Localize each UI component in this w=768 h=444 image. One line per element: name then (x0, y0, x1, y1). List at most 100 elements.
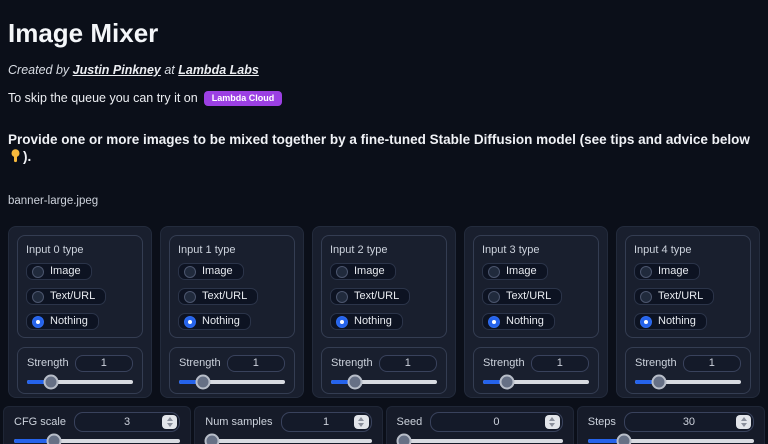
radio-icon (488, 291, 500, 303)
credit-connector: at (161, 63, 178, 77)
radio-option-image[interactable]: Image (26, 263, 92, 280)
slider-handle[interactable] (617, 433, 632, 444)
param-value: 0 (493, 413, 499, 431)
radio-option-nothing[interactable]: Nothing (634, 313, 707, 330)
input-panel-1: Input 1 type Image Text/URL Nothing Stre… (160, 226, 304, 398)
strength-slider[interactable] (331, 374, 437, 389)
number-stepper[interactable] (545, 415, 560, 429)
strength-input[interactable]: 1 (531, 355, 589, 372)
number-stepper[interactable] (736, 415, 751, 429)
radio-option-image[interactable]: Image (178, 263, 244, 280)
input-panel-2: Input 2 type Image Text/URL Nothing Stre… (312, 226, 456, 398)
radio-icon (32, 266, 44, 278)
slider-handle[interactable] (348, 374, 363, 389)
strength-input[interactable]: 1 (683, 355, 741, 372)
radio-label: Image (50, 264, 81, 279)
chevron-down-icon (741, 423, 747, 427)
cfg-scale-slider[interactable] (14, 433, 180, 444)
radio-option-text-url[interactable]: Text/URL (26, 288, 106, 305)
parameters-row: CFG scale 3 Num samples 1 (3, 406, 765, 444)
number-stepper[interactable] (162, 415, 177, 429)
radio-label: Image (202, 264, 233, 279)
param-seed: Seed 0 (386, 406, 574, 444)
param-label: Steps (588, 416, 616, 429)
radio-option-nothing[interactable]: Nothing (178, 313, 251, 330)
slider-handle[interactable] (46, 433, 61, 444)
strength-group: Strength 1 (169, 347, 295, 394)
radio-option-nothing[interactable]: Nothing (482, 313, 555, 330)
slider-track (27, 380, 133, 384)
param-label: Num samples (205, 416, 272, 429)
input-type-group: Input 3 type Image Text/URL Nothing (473, 235, 599, 338)
author-link[interactable]: Justin Pinkney (73, 63, 161, 77)
param-label: CFG scale (14, 416, 66, 429)
radio-selected-icon (488, 316, 500, 328)
queue-text: To skip the queue you can try it on (8, 91, 198, 105)
strength-slider[interactable] (27, 374, 133, 389)
radio-options: Image Text/URL Nothing (178, 263, 286, 330)
chevron-up-icon (167, 417, 173, 421)
steps-input[interactable]: 30 (624, 412, 754, 432)
slider-handle[interactable] (500, 374, 515, 389)
radio-icon (184, 291, 196, 303)
radio-option-text-url[interactable]: Text/URL (634, 288, 714, 305)
slider-handle[interactable] (196, 374, 211, 389)
seed-input[interactable]: 0 (430, 412, 563, 432)
radio-option-image[interactable]: Image (634, 263, 700, 280)
radio-option-text-url[interactable]: Text/URL (482, 288, 562, 305)
radio-options: Image Text/URL Nothing (330, 263, 438, 330)
num-samples-slider[interactable] (205, 433, 371, 444)
radio-option-text-url[interactable]: Text/URL (178, 288, 258, 305)
steps-slider[interactable] (588, 433, 754, 444)
param-label: Seed (397, 416, 423, 429)
number-stepper[interactable] (354, 415, 369, 429)
lambda-cloud-badge[interactable]: Lambda Cloud (204, 91, 283, 106)
org-link[interactable]: Lambda Labs (178, 63, 259, 77)
radio-option-image[interactable]: Image (330, 263, 396, 280)
radio-icon (488, 266, 500, 278)
input-type-group: Input 4 type Image Text/URL Nothing (625, 235, 751, 338)
strength-slider[interactable] (179, 374, 285, 389)
chevron-down-icon (167, 423, 173, 427)
strength-slider[interactable] (483, 374, 589, 389)
chevron-up-icon (741, 417, 747, 421)
radio-label: Nothing (50, 314, 88, 329)
slider-track (397, 439, 563, 443)
num-samples-input[interactable]: 1 (281, 412, 372, 432)
slider-handle[interactable] (652, 374, 667, 389)
strength-group: Strength 1 (473, 347, 599, 394)
radio-option-text-url[interactable]: Text/URL (330, 288, 410, 305)
slider-track (14, 439, 180, 443)
slider-handle[interactable] (396, 433, 411, 444)
radio-label: Text/URL (354, 289, 399, 304)
strength-label: Strength (635, 357, 677, 370)
radio-option-nothing[interactable]: Nothing (330, 313, 403, 330)
input-type-label: Input 1 type (178, 244, 286, 257)
radio-label: Text/URL (506, 289, 551, 304)
chevron-up-icon (358, 417, 364, 421)
param-steps: Steps 30 (577, 406, 765, 444)
radio-label: Nothing (354, 314, 392, 329)
radio-options: Image Text/URL Nothing (482, 263, 590, 330)
description: Provide one or more images to be mixed t… (8, 131, 760, 165)
radio-label: Image (658, 264, 689, 279)
strength-slider[interactable] (635, 374, 741, 389)
strength-input[interactable]: 1 (227, 355, 285, 372)
seed-slider[interactable] (397, 433, 563, 444)
credit-line: Created by Justin Pinkney at Lambda Labs (8, 63, 760, 78)
strength-label: Strength (179, 357, 221, 370)
radio-icon (640, 291, 652, 303)
radio-selected-icon (32, 316, 44, 328)
strength-input[interactable]: 1 (75, 355, 133, 372)
cfg-scale-input[interactable]: 3 (74, 412, 180, 432)
slider-handle[interactable] (44, 374, 59, 389)
radio-option-image[interactable]: Image (482, 263, 548, 280)
strength-input[interactable]: 1 (379, 355, 437, 372)
radio-label: Nothing (202, 314, 240, 329)
radio-option-nothing[interactable]: Nothing (26, 313, 99, 330)
credit-prefix: Created by (8, 63, 73, 77)
radio-icon (32, 291, 44, 303)
slider-handle[interactable] (205, 433, 220, 444)
point-down-emoji-icon (9, 149, 22, 163)
radio-selected-icon (640, 316, 652, 328)
